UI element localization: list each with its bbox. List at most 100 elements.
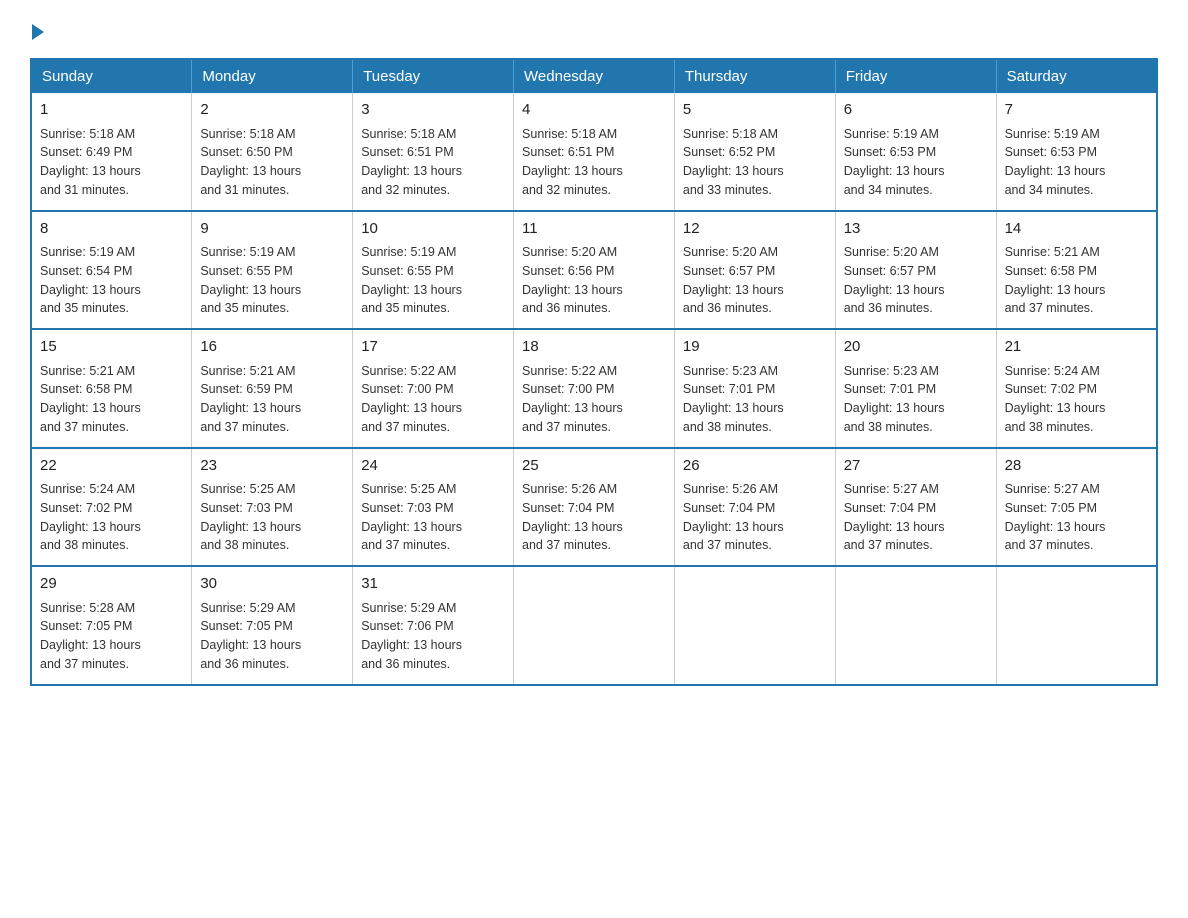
calendar-cell: 28 Sunrise: 5:27 AMSunset: 7:05 PMDayligh…	[996, 448, 1157, 567]
day-info: Sunrise: 5:18 AMSunset: 6:52 PMDaylight:…	[683, 127, 784, 197]
day-number: 11	[522, 218, 666, 241]
day-info: Sunrise: 5:29 AMSunset: 7:05 PMDaylight:…	[200, 601, 301, 671]
calendar-cell: 11 Sunrise: 5:20 AMSunset: 6:56 PMDayligh…	[514, 211, 675, 330]
day-info: Sunrise: 5:20 AMSunset: 6:57 PMDaylight:…	[844, 245, 945, 315]
day-info: Sunrise: 5:26 AMSunset: 7:04 PMDaylight:…	[683, 482, 784, 552]
calendar-cell: 16 Sunrise: 5:21 AMSunset: 6:59 PMDayligh…	[192, 329, 353, 448]
day-info: Sunrise: 5:21 AMSunset: 6:58 PMDaylight:…	[40, 364, 141, 434]
day-number: 12	[683, 218, 827, 241]
calendar-cell: 31Sunrise: 5:29 AMSunset: 7:06 PMDayligh…	[353, 566, 514, 685]
weekday-header-sunday: Sunday	[31, 59, 192, 93]
day-info: Sunrise: 5:23 AMSunset: 7:01 PMDaylight:…	[683, 364, 784, 434]
day-number: 4	[522, 99, 666, 122]
day-info: Sunrise: 5:18 AMSunset: 6:50 PMDaylight:…	[200, 127, 301, 197]
day-number: 22	[40, 455, 183, 478]
day-number: 20	[844, 336, 988, 359]
weekday-header-saturday: Saturday	[996, 59, 1157, 93]
logo-blue-part	[30, 26, 44, 40]
calendar-cell: 8 Sunrise: 5:19 AMSunset: 6:54 PMDaylight…	[31, 211, 192, 330]
day-info: Sunrise: 5:19 AMSunset: 6:55 PMDaylight:…	[361, 245, 462, 315]
calendar-cell	[835, 566, 996, 685]
calendar-cell	[514, 566, 675, 685]
day-number: 13	[844, 218, 988, 241]
logo	[30, 26, 44, 40]
day-number: 27	[844, 455, 988, 478]
day-number: 30	[200, 573, 344, 596]
day-number: 2	[200, 99, 344, 122]
day-number: 1	[40, 99, 183, 122]
calendar-cell: 23 Sunrise: 5:25 AMSunset: 7:03 PMDayligh…	[192, 448, 353, 567]
weekday-header-thursday: Thursday	[674, 59, 835, 93]
day-number: 25	[522, 455, 666, 478]
calendar-cell	[996, 566, 1157, 685]
day-info: Sunrise: 5:22 AMSunset: 7:00 PMDaylight:…	[522, 364, 623, 434]
day-info: Sunrise: 5:26 AMSunset: 7:04 PMDaylight:…	[522, 482, 623, 552]
calendar-cell	[674, 566, 835, 685]
day-info: Sunrise: 5:18 AMSunset: 6:51 PMDaylight:…	[522, 127, 623, 197]
calendar-cell: 29 Sunrise: 5:28 AMSunset: 7:05 PMDayligh…	[31, 566, 192, 685]
day-number: 18	[522, 336, 666, 359]
day-info: Sunrise: 5:28 AMSunset: 7:05 PMDaylight:…	[40, 601, 141, 671]
day-number: 8	[40, 218, 183, 241]
calendar-week-row: 1 Sunrise: 5:18 AMSunset: 6:49 PMDaylight…	[31, 93, 1157, 211]
day-number: 26	[683, 455, 827, 478]
day-number: 7	[1005, 99, 1148, 122]
day-number: 9	[200, 218, 344, 241]
day-number: 6	[844, 99, 988, 122]
day-info: Sunrise: 5:20 AMSunset: 6:56 PMDaylight:…	[522, 245, 623, 315]
calendar-table: SundayMondayTuesdayWednesdayThursdayFrid…	[30, 58, 1158, 686]
calendar-cell: 25 Sunrise: 5:26 AMSunset: 7:04 PMDayligh…	[514, 448, 675, 567]
calendar-cell: 27 Sunrise: 5:27 AMSunset: 7:04 PMDayligh…	[835, 448, 996, 567]
day-number: 24	[361, 455, 505, 478]
calendar-cell: 19 Sunrise: 5:23 AMSunset: 7:01 PMDayligh…	[674, 329, 835, 448]
calendar-cell: 24Sunrise: 5:25 AMSunset: 7:03 PMDayligh…	[353, 448, 514, 567]
calendar-cell: 26 Sunrise: 5:26 AMSunset: 7:04 PMDayligh…	[674, 448, 835, 567]
logo-triangle-icon	[32, 24, 44, 40]
day-number: 21	[1005, 336, 1148, 359]
day-info: Sunrise: 5:20 AMSunset: 6:57 PMDaylight:…	[683, 245, 784, 315]
weekday-header-friday: Friday	[835, 59, 996, 93]
day-info: Sunrise: 5:18 AMSunset: 6:49 PMDaylight:…	[40, 127, 141, 197]
calendar-cell: 13 Sunrise: 5:20 AMSunset: 6:57 PMDayligh…	[835, 211, 996, 330]
calendar-cell: 3Sunrise: 5:18 AMSunset: 6:51 PMDaylight…	[353, 93, 514, 211]
day-info: Sunrise: 5:19 AMSunset: 6:53 PMDaylight:…	[844, 127, 945, 197]
calendar-cell: 9 Sunrise: 5:19 AMSunset: 6:55 PMDaylight…	[192, 211, 353, 330]
weekday-header-wednesday: Wednesday	[514, 59, 675, 93]
day-info: Sunrise: 5:19 AMSunset: 6:53 PMDaylight:…	[1005, 127, 1106, 197]
day-number: 19	[683, 336, 827, 359]
day-number: 16	[200, 336, 344, 359]
calendar-week-row: 8 Sunrise: 5:19 AMSunset: 6:54 PMDaylight…	[31, 211, 1157, 330]
calendar-cell: 10 Sunrise: 5:19 AMSunset: 6:55 PMDayligh…	[353, 211, 514, 330]
calendar-cell: 1 Sunrise: 5:18 AMSunset: 6:49 PMDaylight…	[31, 93, 192, 211]
day-info: Sunrise: 5:23 AMSunset: 7:01 PMDaylight:…	[844, 364, 945, 434]
day-info: Sunrise: 5:24 AMSunset: 7:02 PMDaylight:…	[1005, 364, 1106, 434]
weekday-header-monday: Monday	[192, 59, 353, 93]
calendar-week-row: 22Sunrise: 5:24 AMSunset: 7:02 PMDayligh…	[31, 448, 1157, 567]
calendar-cell: 30 Sunrise: 5:29 AMSunset: 7:05 PMDayligh…	[192, 566, 353, 685]
day-number: 23	[200, 455, 344, 478]
day-info: Sunrise: 5:18 AMSunset: 6:51 PMDaylight:…	[361, 127, 462, 197]
calendar-cell: 15Sunrise: 5:21 AMSunset: 6:58 PMDayligh…	[31, 329, 192, 448]
day-info: Sunrise: 5:25 AMSunset: 7:03 PMDaylight:…	[200, 482, 301, 552]
day-info: Sunrise: 5:27 AMSunset: 7:05 PMDaylight:…	[1005, 482, 1106, 552]
calendar-cell: 4 Sunrise: 5:18 AMSunset: 6:51 PMDaylight…	[514, 93, 675, 211]
calendar-header-row: SundayMondayTuesdayWednesdayThursdayFrid…	[31, 59, 1157, 93]
day-number: 10	[361, 218, 505, 241]
weekday-header-tuesday: Tuesday	[353, 59, 514, 93]
calendar-cell: 2 Sunrise: 5:18 AMSunset: 6:50 PMDaylight…	[192, 93, 353, 211]
day-number: 28	[1005, 455, 1148, 478]
day-info: Sunrise: 5:19 AMSunset: 6:55 PMDaylight:…	[200, 245, 301, 315]
day-number: 29	[40, 573, 183, 596]
calendar-cell: 20 Sunrise: 5:23 AMSunset: 7:01 PMDayligh…	[835, 329, 996, 448]
calendar-week-row: 29 Sunrise: 5:28 AMSunset: 7:05 PMDayligh…	[31, 566, 1157, 685]
calendar-cell: 12 Sunrise: 5:20 AMSunset: 6:57 PMDayligh…	[674, 211, 835, 330]
day-info: Sunrise: 5:21 AMSunset: 6:59 PMDaylight:…	[200, 364, 301, 434]
calendar-cell: 5Sunrise: 5:18 AMSunset: 6:52 PMDaylight…	[674, 93, 835, 211]
day-info: Sunrise: 5:27 AMSunset: 7:04 PMDaylight:…	[844, 482, 945, 552]
day-info: Sunrise: 5:29 AMSunset: 7:06 PMDaylight:…	[361, 601, 462, 671]
day-number: 17	[361, 336, 505, 359]
day-info: Sunrise: 5:19 AMSunset: 6:54 PMDaylight:…	[40, 245, 141, 315]
calendar-cell: 14Sunrise: 5:21 AMSunset: 6:58 PMDayligh…	[996, 211, 1157, 330]
day-info: Sunrise: 5:22 AMSunset: 7:00 PMDaylight:…	[361, 364, 462, 434]
calendar-cell: 21 Sunrise: 5:24 AMSunset: 7:02 PMDayligh…	[996, 329, 1157, 448]
